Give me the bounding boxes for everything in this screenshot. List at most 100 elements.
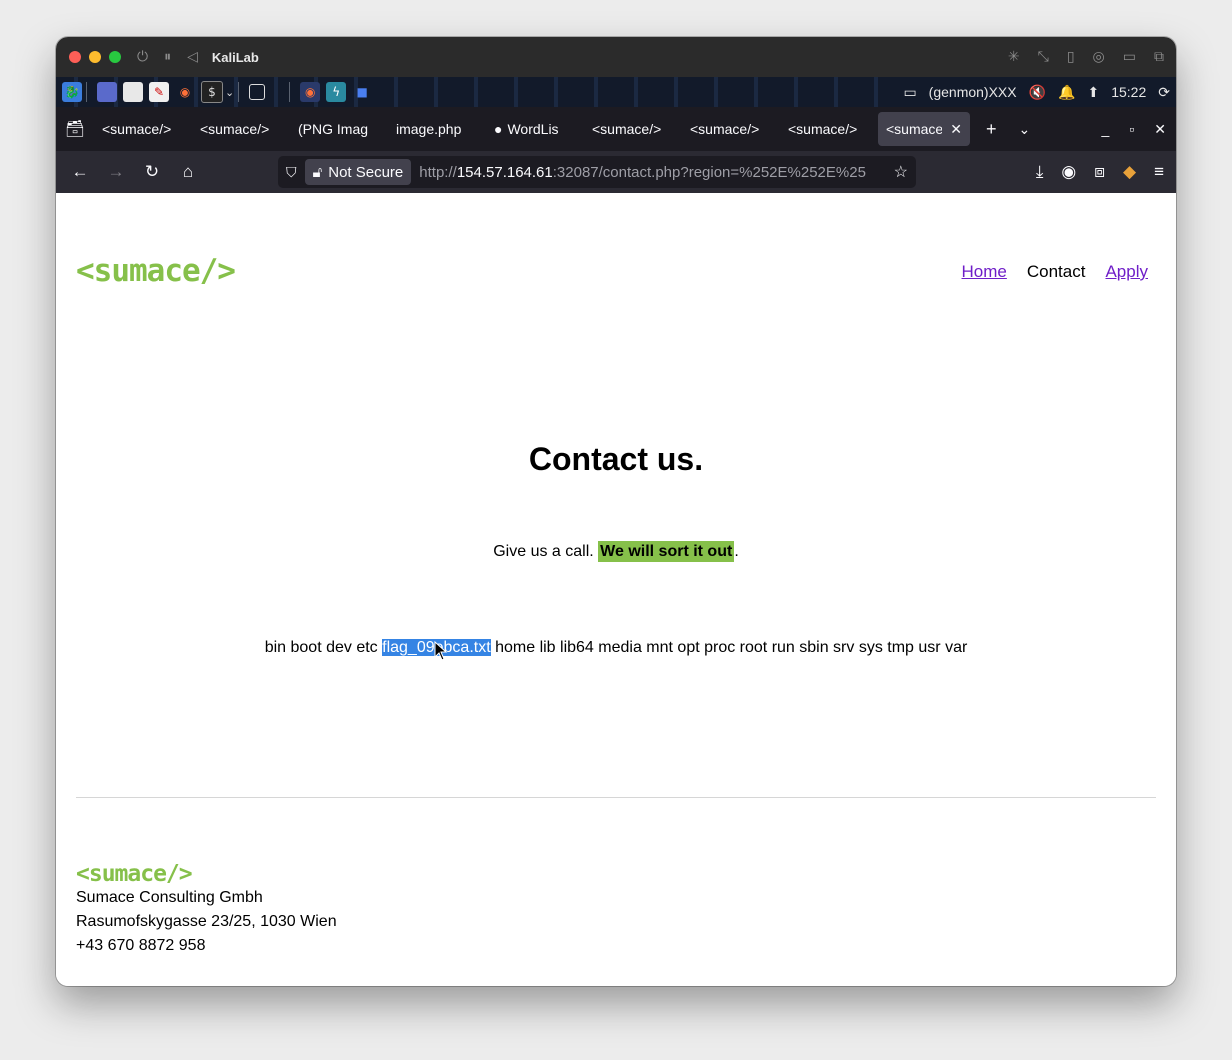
desktop-icon[interactable] [97, 82, 117, 102]
resize-icon[interactable]: ⤡ [1038, 49, 1049, 65]
burp-task-icon[interactable]: ϟ [326, 82, 347, 102]
workspace-icon[interactable] [271, 82, 285, 102]
genmon-status: (genmon)XXX [928, 84, 1017, 100]
url-text[interactable]: http://154.57.164.61:32087/contact.php?r… [419, 164, 893, 181]
tab[interactable]: ● WordLis [486, 112, 582, 146]
text-editor-icon[interactable]: ✎ [149, 82, 169, 102]
tab[interactable]: (PNG Imag [290, 112, 386, 146]
tagline-end: . [734, 543, 739, 560]
close-icon[interactable]: ✕ [1154, 121, 1166, 138]
nav-contact-link[interactable]: Contact [1027, 262, 1086, 282]
tab-label: <sumace/> [200, 121, 270, 137]
site-logo[interactable]: <sumace/> [76, 253, 236, 289]
close-window-button[interactable] [69, 51, 81, 63]
burp-extension-icon[interactable]: ◆ [1123, 162, 1136, 182]
tab-label: WordLis [507, 121, 559, 137]
panel-separator [238, 82, 240, 102]
web-page: <sumace/> Home Contact Apply Contact us.… [56, 193, 1176, 986]
view-tabs-icon[interactable]: 🗃 [56, 119, 94, 139]
mute-icon[interactable]: 🔇 [1029, 84, 1046, 101]
kali-menu-icon[interactable]: 🐉 [62, 82, 82, 102]
kali-panel: 🐉 ✎ ◉ $ ⌄ ◉ ϟ ■ ▭ (genmon)XXX 🔇 🔔 ⬆ 15:2… [56, 77, 1176, 107]
tab[interactable]: <sumace/> [192, 112, 288, 146]
url-bar[interactable]: ⛉ 🔓︎ Not Secure http://154.57.164.61:320… [278, 156, 916, 188]
tab[interactable]: <sumace/> [94, 112, 190, 146]
vm-titlebar: ⏻ ⏸ ◁ KaliLab ✳ ⤡ ▯ ◎ ▭ ⧉ [56, 37, 1176, 77]
terminal-icon[interactable]: $ [201, 81, 223, 103]
minimize-window-button[interactable] [89, 51, 101, 63]
brightness-icon[interactable]: ✳ [1008, 49, 1020, 65]
shield-icon[interactable]: ⛉ [286, 164, 297, 181]
vm-window: ⏻ ⏸ ◁ KaliLab ✳ ⤡ ▯ ◎ ▭ ⧉ 🐉 ✎ ◉ $ ⌄ ◉ ϟ … [56, 37, 1176, 986]
reload-button[interactable]: ↻ [134, 162, 170, 182]
back-icon[interactable]: ◁ [187, 49, 198, 65]
pause-icon[interactable]: ⏸ [164, 49, 171, 65]
tagline: Give us a call. We will sort it out. [56, 541, 1176, 562]
back-button[interactable]: ← [62, 162, 98, 182]
minimize-icon[interactable]: _ [1102, 121, 1110, 137]
footer-company: Sumace Consulting Gmbh [76, 889, 263, 906]
tab[interactable]: <sumace/> [780, 112, 876, 146]
nav-home-link[interactable]: Home [962, 262, 1007, 282]
tab-label: (PNG Imag [298, 121, 369, 137]
cursor-arrow-icon [434, 640, 448, 661]
url-prefix: http:// [419, 163, 457, 181]
windows-icon[interactable]: ⧉ [1154, 49, 1164, 65]
refresh-icon[interactable]: ⟳ [1158, 84, 1170, 101]
unlocked-icon: 🔓︎ [312, 163, 323, 181]
hamburger-menu-icon[interactable]: ≡ [1154, 162, 1164, 182]
list-tabs-icon[interactable]: ⌄ [1019, 121, 1031, 138]
window-buttons: _ ▫ ✕ [1102, 107, 1167, 151]
close-tab-icon[interactable]: ✕ [950, 121, 962, 138]
monitor-icon[interactable]: ▭ [903, 84, 916, 101]
extensions-icon[interactable]: ⧈ [1094, 162, 1105, 182]
tab[interactable]: <sumace/> [682, 112, 778, 146]
nav-apply-link[interactable]: Apply [1105, 262, 1148, 282]
mouse-cursor-icon [434, 640, 448, 667]
window-controls [69, 51, 121, 63]
vm-title: KaliLab [211, 49, 259, 65]
chevron-down-icon[interactable]: ⌄ [225, 86, 234, 99]
panel-separator [289, 82, 291, 102]
firefox-task-icon[interactable]: ◉ [300, 82, 321, 102]
bookmark-star-icon[interactable]: ☆ [894, 162, 908, 182]
tab-label: <sumace/> [102, 121, 172, 137]
clock: 15:22 [1111, 84, 1147, 100]
home-button[interactable]: ⌂ [170, 162, 206, 182]
tab-active[interactable]: <sumace/ ✕ [878, 112, 970, 146]
page-title: Contact us. [528, 441, 704, 477]
account-icon[interactable]: ◉ [1061, 162, 1076, 182]
footer-divider [76, 797, 1156, 798]
folder-icon[interactable]: ▭ [1123, 49, 1136, 65]
listing-text: home lib lib64 media mnt opt proc root r… [490, 639, 968, 656]
directory-listing: bin boot dev etc flag_09ebca.txt home li… [56, 639, 1176, 657]
power-icon[interactable]: ⏻ [137, 49, 148, 65]
maximize-icon[interactable]: ▫ [1129, 121, 1134, 137]
network-icon[interactable]: ◎ [1093, 49, 1105, 65]
firefox-launcher-icon[interactable]: ◉ [175, 82, 195, 102]
tab[interactable]: <sumace/> [584, 112, 680, 146]
toolbar-right: ⤓ ◉ ⧈ ◆ ≡ [1036, 151, 1164, 193]
bell-icon[interactable]: 🔔 [1058, 84, 1075, 101]
tab-label: <sumace/> [690, 121, 760, 137]
footer-phone: +43 670 8872 958 [76, 937, 206, 954]
footer-address: Rasumofskygasse 23/25, 1030 Wien [76, 913, 337, 930]
tagline-text: Give us a call. [493, 543, 599, 560]
url-rest: :32087/contact.php?region=%252E%252E%25 [552, 163, 866, 181]
usb-icon[interactable]: ▯ [1067, 49, 1075, 65]
not-secure-badge[interactable]: 🔓︎ Not Secure [304, 159, 412, 185]
zoom-window-button[interactable] [109, 51, 121, 63]
file-manager-icon[interactable] [123, 82, 143, 102]
download-icon[interactable]: ⤓ [1036, 162, 1044, 182]
tab-label: <sumace/> [592, 121, 662, 137]
folder-task-icon[interactable]: ■ [352, 82, 372, 102]
forward-button[interactable]: → [98, 162, 134, 182]
panel-tray: ▭ (genmon)XXX 🔇 🔔 ⬆ 15:22 ⟳ [893, 77, 1170, 107]
new-tab-button[interactable]: + [986, 119, 997, 140]
nav-bar: ← → ↻ ⌂ ⛉ 🔓︎ Not Secure http://154.57.16… [56, 151, 1176, 193]
footer-logo: <sumace/> [76, 861, 193, 887]
not-secure-label: Not Secure [328, 163, 404, 181]
workspace-icon[interactable] [249, 84, 266, 100]
tab[interactable]: image.php [388, 112, 484, 146]
update-icon[interactable]: ⬆ [1087, 84, 1099, 101]
